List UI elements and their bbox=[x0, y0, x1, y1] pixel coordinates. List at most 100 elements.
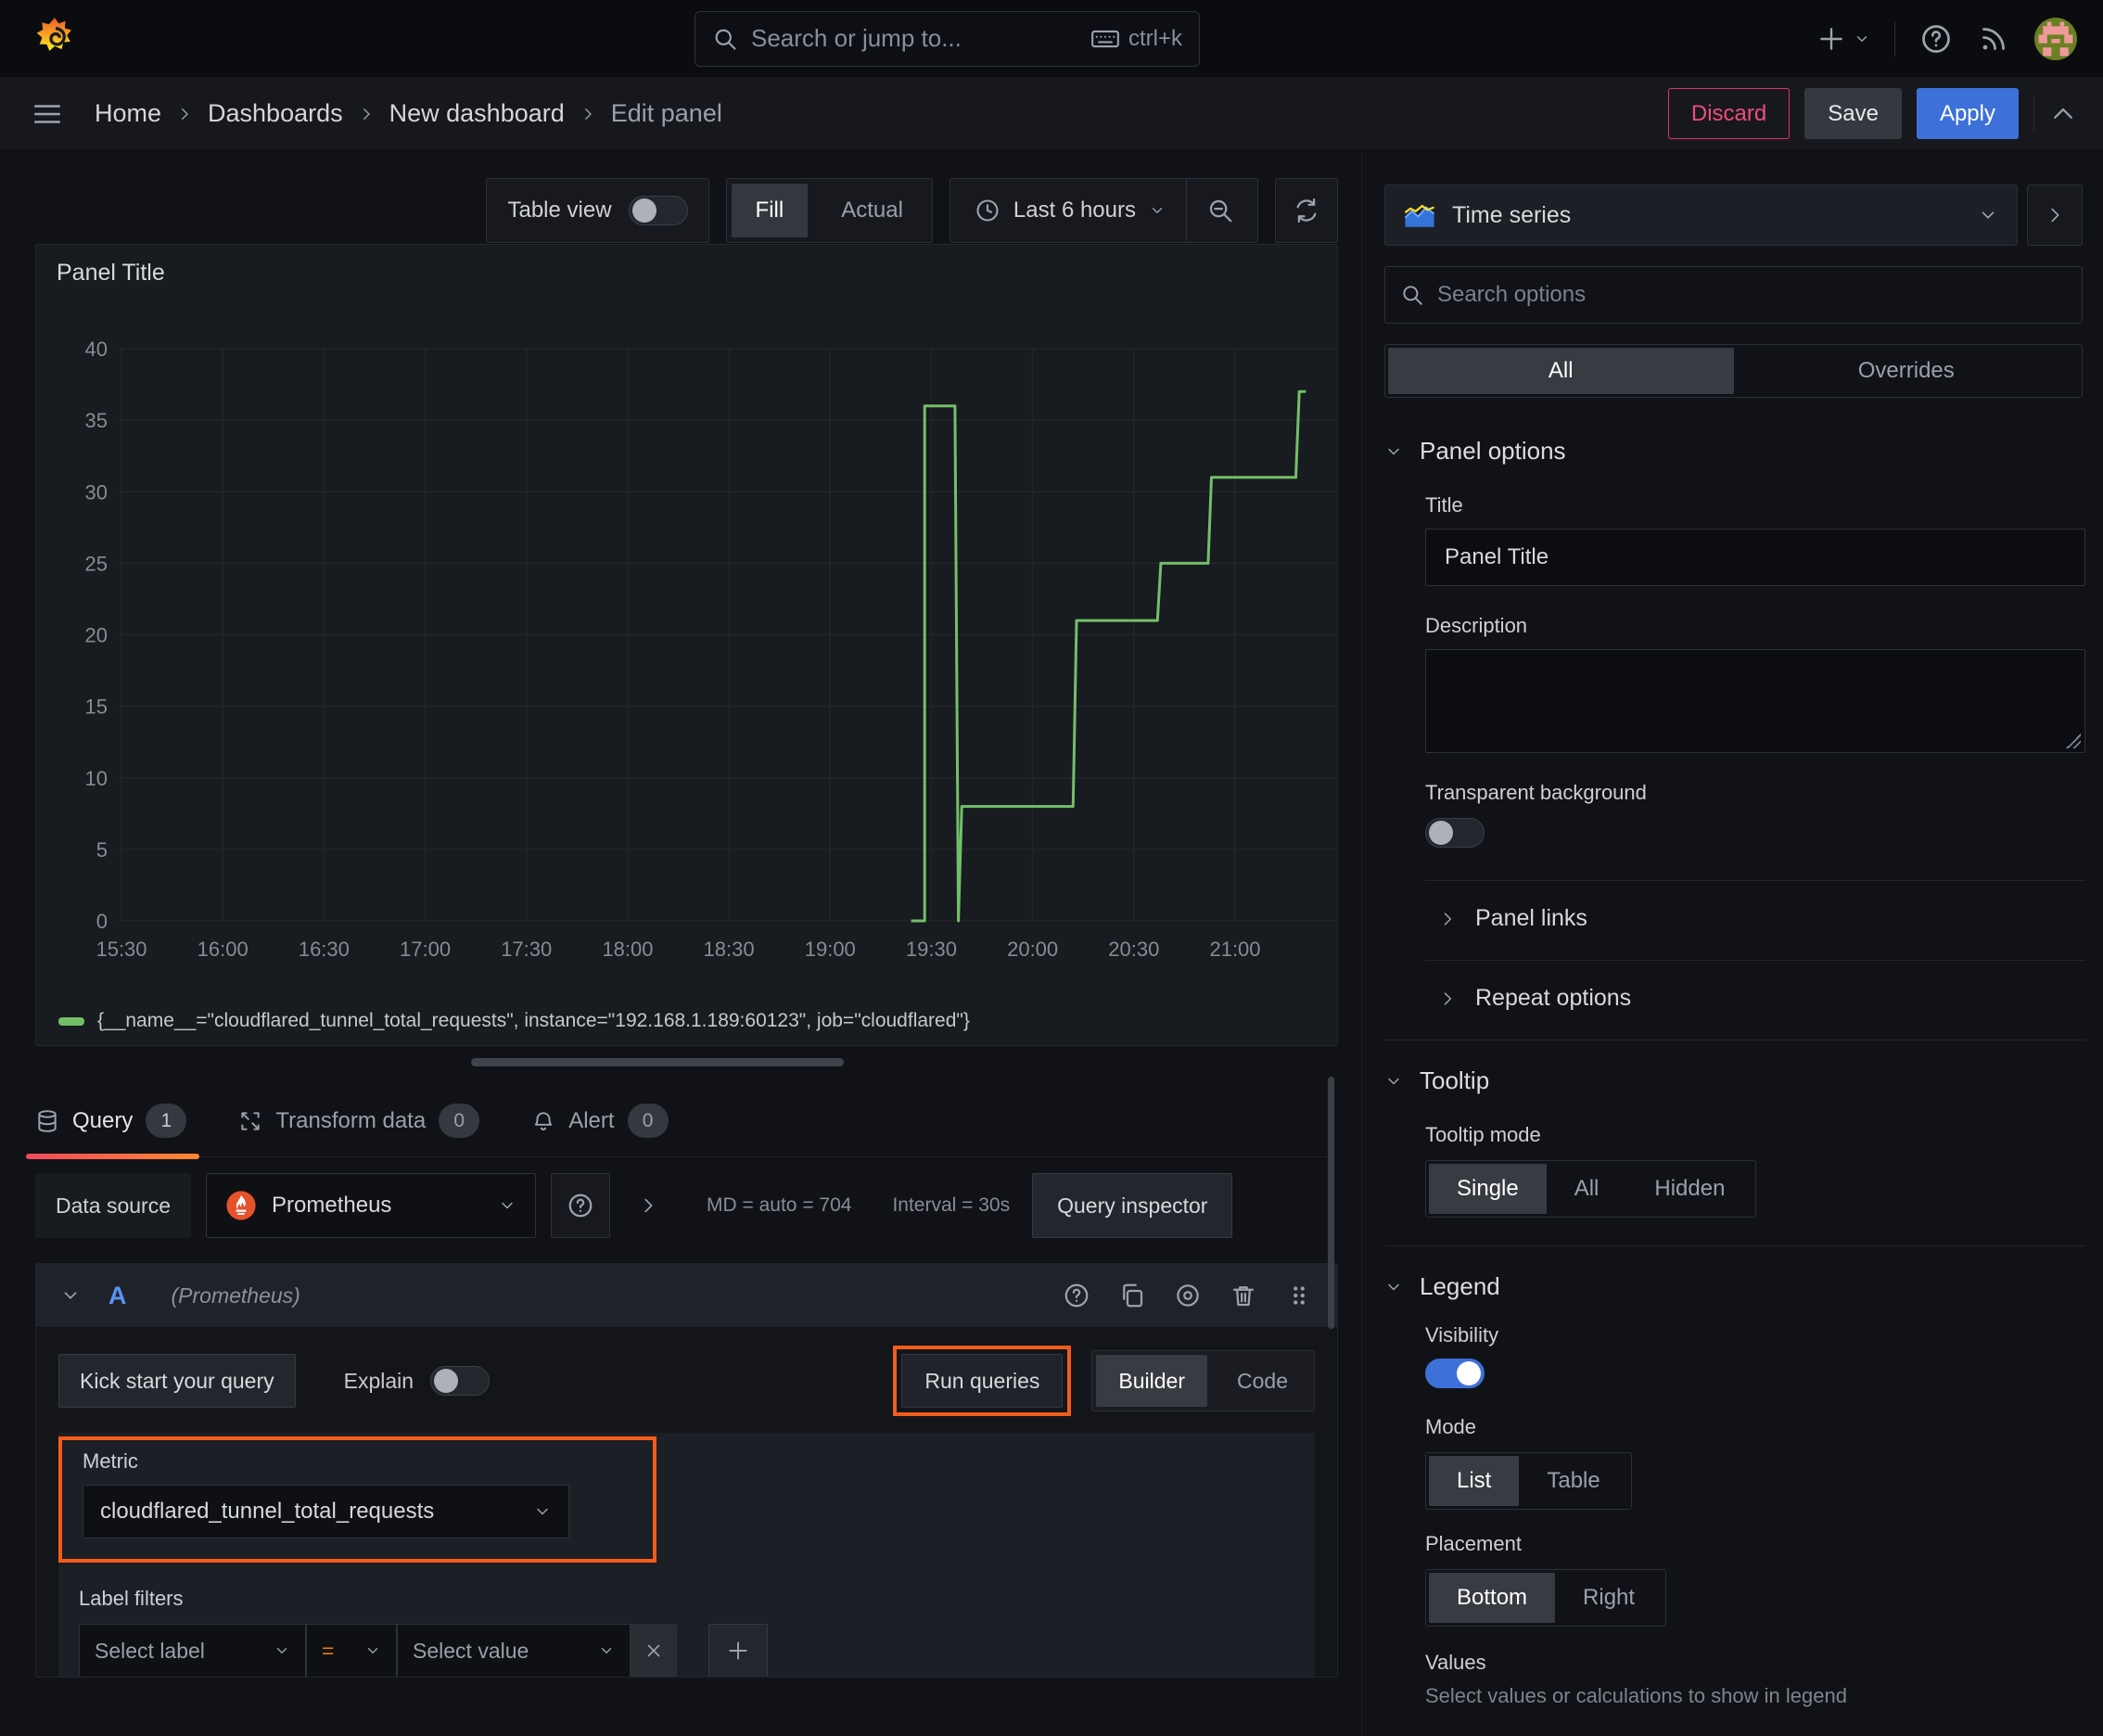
tooltip-hidden-option[interactable]: Hidden bbox=[1626, 1164, 1752, 1214]
actual-option[interactable]: Actual bbox=[817, 184, 927, 237]
tab-query[interactable]: Query 1 bbox=[25, 1104, 200, 1159]
news-rss-button[interactable] bbox=[1977, 22, 2010, 56]
query-help-icon[interactable] bbox=[1063, 1282, 1090, 1309]
metric-select[interactable]: cloudflared_tunnel_total_requests bbox=[83, 1485, 569, 1538]
panel-links-section[interactable]: Panel links bbox=[1438, 905, 2083, 932]
plus-icon bbox=[1820, 27, 1842, 50]
options-search-placeholder: Search options bbox=[1437, 282, 1587, 307]
datasource-row: Data source Prometheus MD = auto = 704 I… bbox=[35, 1172, 1361, 1239]
time-range-picker[interactable]: Last 6 hours bbox=[954, 179, 1186, 242]
table-view-toggle[interactable] bbox=[628, 195, 688, 225]
legend-mode-switch: List Table bbox=[1425, 1452, 1632, 1510]
datasource-picker[interactable]: Prometheus bbox=[206, 1173, 537, 1238]
tab-overrides[interactable]: Overrides bbox=[1734, 348, 2080, 394]
chevron-down-icon bbox=[276, 1648, 287, 1653]
delete-query-trash-icon[interactable] bbox=[1230, 1282, 1257, 1309]
resize-grip-icon[interactable] bbox=[2066, 734, 2081, 748]
apply-button[interactable]: Apply bbox=[1916, 88, 2019, 139]
chevron-down-icon bbox=[1856, 35, 1867, 42]
tab-all[interactable]: All bbox=[1388, 348, 1734, 394]
select-value-dropdown[interactable]: Select value bbox=[397, 1624, 631, 1677]
resize-handle[interactable] bbox=[471, 1058, 844, 1066]
breadcrumb-dashboards[interactable]: Dashboards bbox=[208, 99, 343, 128]
panel-links-label: Panel links bbox=[1475, 905, 1587, 931]
legend-visibility-toggle[interactable] bbox=[1425, 1359, 1485, 1388]
svg-text:20:00: 20:00 bbox=[1007, 938, 1058, 961]
svg-text:40: 40 bbox=[85, 338, 108, 361]
tooltip-all-option[interactable]: All bbox=[1547, 1164, 1627, 1214]
interval: Interval = 30s bbox=[892, 1194, 1011, 1216]
menu-icon[interactable] bbox=[32, 98, 63, 130]
query-header[interactable]: A (Prometheus) bbox=[36, 1264, 1337, 1327]
svg-text:10: 10 bbox=[85, 767, 108, 790]
keyboard-icon bbox=[1091, 30, 1119, 47]
time-range-group: Last 6 hours bbox=[949, 177, 1258, 243]
builder-option[interactable]: Builder bbox=[1096, 1355, 1208, 1407]
panel-preview: Panel Title 0 5 10 15 20 25 30 35 40 15:30 16:00 16… bbox=[35, 244, 1338, 1329]
plus-icon bbox=[729, 1641, 747, 1660]
visibility-label: Visibility bbox=[1425, 1323, 1499, 1347]
save-button[interactable]: Save bbox=[1804, 88, 1902, 139]
search-placeholder: Search or jump to... bbox=[751, 24, 962, 52]
repeat-options-section[interactable]: Repeat options bbox=[1438, 985, 2083, 1012]
placement-right-option[interactable]: Right bbox=[1555, 1573, 1663, 1623]
discard-button[interactable]: Discard bbox=[1667, 88, 1791, 139]
svg-text:17:00: 17:00 bbox=[400, 938, 451, 961]
chevron-down-icon[interactable] bbox=[60, 1285, 81, 1306]
grafana-logo[interactable] bbox=[32, 16, 78, 62]
visualization-picker[interactable]: Time series bbox=[1384, 185, 2018, 246]
svg-text:20: 20 bbox=[85, 624, 108, 647]
avatar[interactable] bbox=[2034, 17, 2077, 60]
chevron-up-icon[interactable] bbox=[2049, 100, 2077, 128]
panel-options-header[interactable]: Panel options bbox=[1384, 437, 2083, 466]
tab-transform[interactable]: Transform data 0 bbox=[238, 1104, 480, 1156]
legend-table-option[interactable]: Table bbox=[1519, 1456, 1627, 1506]
transparent-bg-toggle[interactable] bbox=[1425, 818, 1485, 848]
legend-header[interactable]: Legend bbox=[1384, 1272, 2083, 1301]
tooltip-single-option[interactable]: Single bbox=[1429, 1164, 1547, 1214]
time-series-chart[interactable]: 0 5 10 15 20 25 30 35 40 15:30 16:00 16:30 17:00 17:3… bbox=[36, 296, 1337, 982]
remove-filter-button[interactable] bbox=[631, 1624, 677, 1677]
placement-bottom-option[interactable]: Bottom bbox=[1429, 1573, 1556, 1623]
drag-handle-icon[interactable] bbox=[1285, 1282, 1313, 1309]
fill-option[interactable]: Fill bbox=[731, 183, 809, 237]
table-view-group: Table view bbox=[486, 177, 709, 243]
breadcrumb-home[interactable]: Home bbox=[95, 99, 161, 128]
expand-chevron-icon[interactable] bbox=[638, 1195, 658, 1216]
chevron-down-icon bbox=[601, 1648, 612, 1653]
help-button[interactable] bbox=[1919, 22, 1953, 56]
viz-expand-button[interactable] bbox=[2027, 185, 2083, 246]
add-filter-button[interactable] bbox=[708, 1624, 768, 1677]
title-input[interactable]: Panel Title bbox=[1425, 529, 2085, 586]
breadcrumb-new-dashboard[interactable]: New dashboard bbox=[389, 99, 565, 128]
options-search-input[interactable]: Search options bbox=[1384, 266, 2083, 324]
query-section-tabs: Query 1 Transform data 0 Alert 0 bbox=[25, 1091, 1338, 1159]
query-inspector-button[interactable]: Query inspector bbox=[1032, 1173, 1233, 1238]
global-search-input[interactable]: Search or jump to... ctrl+k bbox=[695, 10, 1200, 67]
run-queries-button[interactable]: Run queries bbox=[901, 1354, 1064, 1408]
toggle-visibility-eye-icon[interactable] bbox=[1174, 1282, 1202, 1309]
panel-title[interactable]: Panel Title bbox=[36, 245, 1337, 301]
description-textarea[interactable] bbox=[1425, 649, 2085, 753]
duplicate-query-icon[interactable] bbox=[1118, 1282, 1146, 1309]
chart-legend[interactable]: {__name__="cloudflared_tunnel_total_requ… bbox=[58, 1010, 970, 1032]
panel-toolbar: Table view Fill Actual Last 6 hours bbox=[0, 151, 1361, 244]
edit-panel-left: Table view Fill Actual Last 6 hours Pane… bbox=[0, 151, 1361, 1736]
tab-alert[interactable]: Alert 0 bbox=[531, 1104, 669, 1156]
add-button[interactable] bbox=[1816, 24, 1870, 54]
refresh-button[interactable] bbox=[1276, 179, 1337, 242]
zoom-out-button[interactable] bbox=[1187, 179, 1254, 242]
tooltip-header[interactable]: Tooltip bbox=[1384, 1066, 2083, 1095]
svg-text:35: 35 bbox=[85, 409, 108, 432]
label-filters-block: Label filters Select label = Select valu… bbox=[79, 1587, 1296, 1677]
svg-text:18:00: 18:00 bbox=[602, 938, 653, 961]
explain-toggle[interactable] bbox=[430, 1366, 491, 1396]
operator-dropdown[interactable]: = bbox=[306, 1624, 397, 1677]
code-option[interactable]: Code bbox=[1215, 1355, 1310, 1407]
svg-text:16:00: 16:00 bbox=[198, 938, 249, 961]
datasource-help-button[interactable] bbox=[551, 1173, 611, 1238]
kick-start-button[interactable]: Kick start your query bbox=[58, 1354, 296, 1408]
legend-list-option[interactable]: List bbox=[1429, 1456, 1520, 1506]
scrollbar-thumb[interactable] bbox=[1328, 1077, 1334, 1329]
select-label-dropdown[interactable]: Select label bbox=[79, 1624, 306, 1677]
